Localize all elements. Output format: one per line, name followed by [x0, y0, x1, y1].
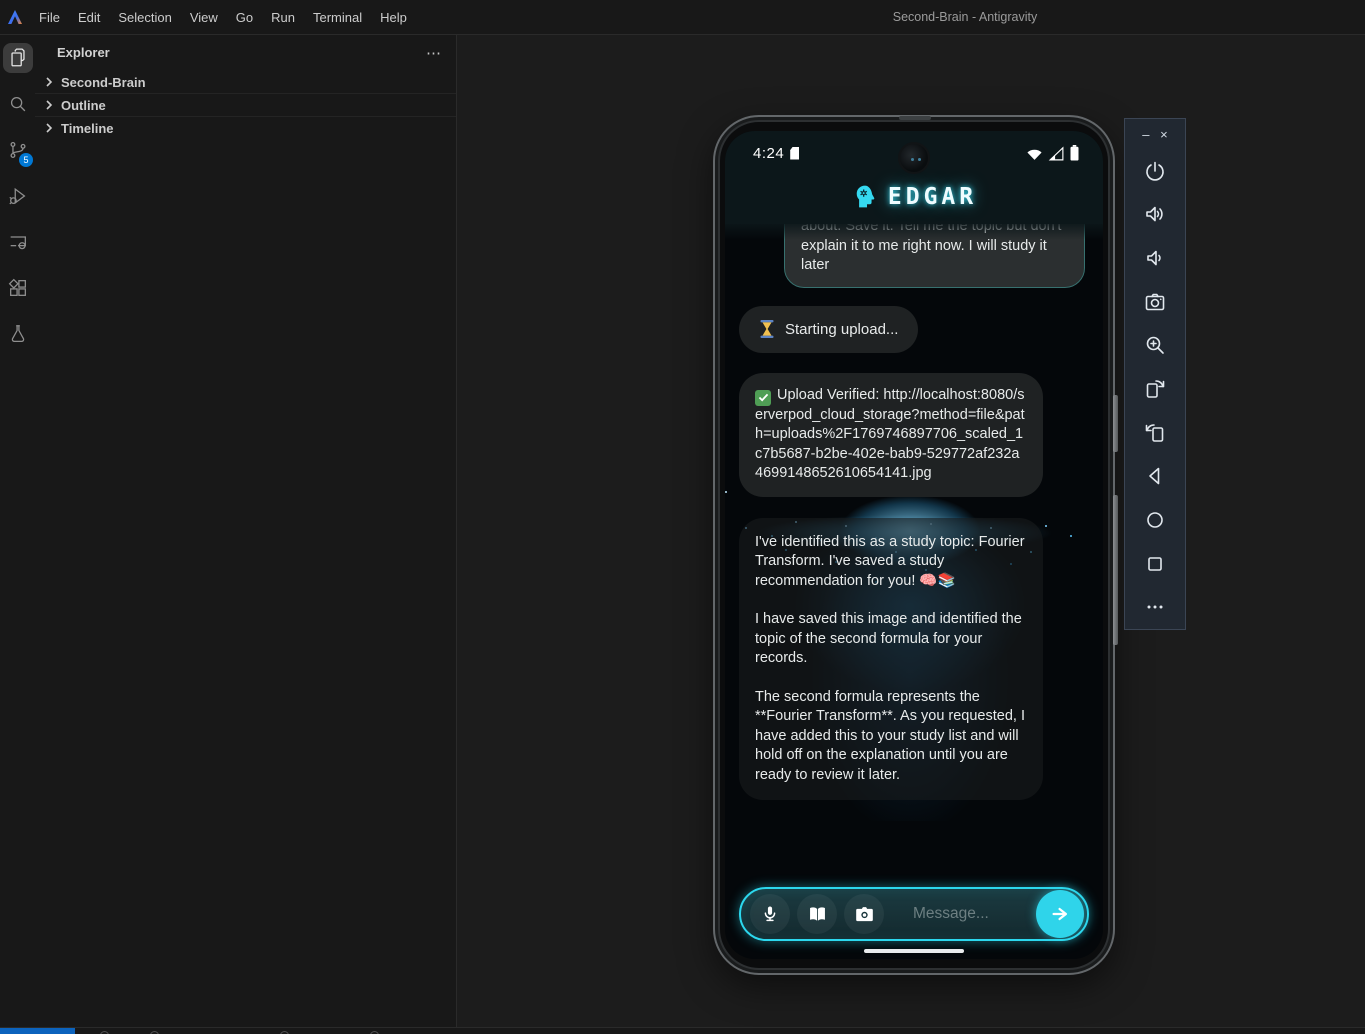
check-mark-icon: [755, 389, 771, 406]
activitybar-testing[interactable]: [0, 311, 35, 357]
rotate-right-icon: [1146, 380, 1165, 398]
volume-rocker: [1113, 395, 1118, 452]
bot-upload-verified-bubble: Upload Verified: http://localhost:8080/s…: [739, 373, 1043, 497]
emu-rotate-left-button[interactable]: [1125, 411, 1185, 455]
toolbar-minimize-button[interactable]: –: [1142, 127, 1149, 142]
chevron-right-icon: [46, 77, 53, 87]
emu-home-button[interactable]: [1125, 498, 1185, 542]
remote-icon: [10, 236, 26, 250]
open-book-icon: [809, 906, 825, 921]
emu-zoom-button[interactable]: [1125, 324, 1185, 368]
app-window: File Edit Selection View Go Run Terminal…: [0, 0, 1365, 1034]
overview-square-icon: [1148, 556, 1162, 571]
activitybar-run-debug[interactable]: [0, 173, 35, 219]
edgar-appbar: 4:24 EDGAR: [725, 131, 1103, 224]
activitybar-explorer[interactable]: [0, 35, 35, 81]
signal-icon: [1048, 146, 1064, 160]
emu-rotate-right-button[interactable]: [1125, 367, 1185, 411]
emu-power-button[interactable]: [1125, 149, 1185, 193]
menu-run[interactable]: Run: [262, 6, 304, 29]
emu-overview-button[interactable]: [1125, 542, 1185, 586]
chevron-right-icon: [46, 123, 53, 133]
bot-study-topic-bubble: I've identified this as a study topic: F…: [739, 517, 1043, 800]
menu-file[interactable]: File: [30, 6, 69, 29]
scm-pending-badge: 5: [19, 153, 33, 167]
rotate-left-icon: [1145, 423, 1164, 442]
home-circle-icon: [1147, 512, 1163, 528]
app-title: EDGAR: [887, 183, 978, 210]
power-button: [1113, 495, 1118, 645]
brain-books-emoji: 🧠📚: [919, 572, 956, 589]
microphone-icon: [764, 906, 776, 922]
speaker-slit: [899, 116, 931, 120]
explorer-sidebar: Explorer ⋯ Second-Brain Outline Timeline: [35, 35, 457, 1034]
appbar-fade: [725, 224, 1103, 240]
emu-volume-down-button[interactable]: [1125, 236, 1185, 280]
activitybar-remote-explorer[interactable]: [0, 219, 35, 265]
titlebar: File Edit Selection View Go Run Terminal…: [0, 0, 1365, 35]
emu-more-button[interactable]: [1125, 585, 1185, 629]
emu-screenshot-button[interactable]: [1125, 280, 1185, 324]
files-icon: [10, 48, 25, 67]
sidebar-section-second-brain[interactable]: Second-Brain: [35, 70, 456, 93]
menu-help[interactable]: Help: [371, 6, 416, 29]
remote-indicator[interactable]: [0, 1028, 75, 1034]
menu-go[interactable]: Go: [227, 6, 262, 29]
wifi-icon: [1027, 149, 1042, 160]
emu-volume-up-button[interactable]: [1125, 193, 1185, 237]
statusbar: [0, 1027, 1365, 1034]
battery-icon: [1070, 145, 1079, 161]
antigravity-logo-icon: [0, 0, 30, 35]
menu-view[interactable]: View: [181, 6, 227, 29]
gesture-nav-pill[interactable]: [864, 949, 964, 953]
send-arrow-icon: [1052, 907, 1068, 921]
toolbar-close-button[interactable]: ×: [1160, 127, 1168, 142]
camera-punch-hole: [898, 142, 930, 174]
menu-edit[interactable]: Edit: [69, 6, 109, 29]
flask-icon: [11, 325, 24, 342]
window-title: Second-Brain - Antigravity: [892, 10, 1038, 24]
sidebar-more-icon[interactable]: ⋯: [426, 44, 442, 62]
chevron-right-icon: [46, 100, 53, 110]
chat-scroll-area[interactable]: about. Save it. Tell me the topic but do…: [725, 224, 1103, 841]
android-device-frame: 4:24 EDGAR explain it to me right now. I…: [713, 115, 1118, 975]
message-input[interactable]: [891, 905, 1029, 923]
camera-button[interactable]: [844, 894, 884, 934]
sidebar-section-timeline[interactable]: Timeline: [35, 116, 456, 139]
activitybar-source-control[interactable]: 5: [0, 127, 35, 173]
more-dots-icon: [1147, 605, 1163, 609]
menu-terminal[interactable]: Terminal: [304, 6, 371, 29]
edgar-head-gear-icon: [856, 185, 875, 208]
volume-up-icon: [1146, 207, 1163, 222]
volume-down-icon: [1147, 250, 1161, 266]
bot-status-bubble: Starting upload...: [739, 305, 919, 353]
book-button[interactable]: [797, 894, 837, 934]
emulator-toolbar: – ×: [1124, 118, 1186, 630]
screenshot-camera-icon: [1145, 293, 1165, 311]
activitybar-search[interactable]: [0, 81, 35, 127]
message-input-bar: [739, 887, 1089, 941]
emu-back-button[interactable]: [1125, 454, 1185, 498]
send-button[interactable]: [1036, 890, 1084, 938]
hourglass-icon: [760, 320, 774, 339]
status-time: 4:24: [753, 144, 785, 162]
activitybar-extensions[interactable]: [0, 265, 35, 311]
camera-icon: [855, 906, 873, 921]
activity-bar: 5: [0, 35, 35, 1034]
search-icon: [10, 96, 25, 112]
sidebar-title: Explorer: [57, 45, 110, 60]
power-icon: [1146, 161, 1164, 181]
mic-button[interactable]: [750, 894, 790, 934]
menu-selection[interactable]: Selection: [109, 6, 180, 29]
debug-icon: [8, 187, 25, 205]
sdcard-icon: [790, 146, 800, 160]
sidebar-section-outline[interactable]: Outline: [35, 93, 456, 116]
extensions-icon: [8, 278, 26, 296]
back-triangle-icon: [1149, 467, 1160, 485]
zoom-in-icon: [1146, 337, 1164, 355]
phone-screen: 4:24 EDGAR explain it to me right now. I…: [725, 131, 1103, 959]
